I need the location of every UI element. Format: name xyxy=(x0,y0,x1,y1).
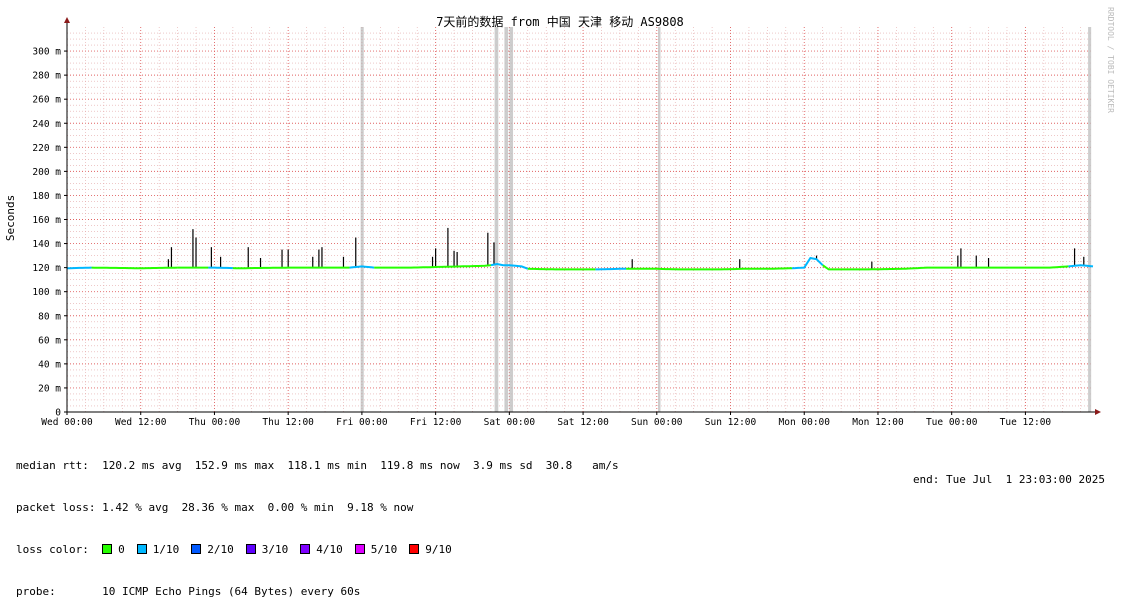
x-tick-label: Sun 12:00 xyxy=(705,417,757,428)
loss-color-item: 4/10 xyxy=(300,543,343,556)
y-tick-label: 20 m xyxy=(38,383,61,394)
loss-color-swatch xyxy=(191,544,202,554)
y-tick-label: 100 m xyxy=(32,287,61,298)
loss-bar xyxy=(1088,27,1092,412)
median-rtt-segment xyxy=(91,266,178,270)
median-rtt-segment xyxy=(791,256,824,270)
probe-label: probe: xyxy=(16,585,56,598)
grid xyxy=(67,27,1093,412)
median-rtt-segment xyxy=(687,267,793,271)
loss-color-swatch xyxy=(136,544,147,554)
loss-color-swatch xyxy=(102,544,113,554)
median-rtt-segment xyxy=(1068,264,1094,268)
y-tick-label: 180 m xyxy=(32,191,61,202)
y-axis-label: Seconds xyxy=(4,195,17,241)
axes xyxy=(64,17,1101,415)
y-tick-labels: 020 m40 m60 m80 m100 m120 m140 m160 m180… xyxy=(32,47,61,419)
rrdtool-credit: RRDTOOL / TOBI OETIKER xyxy=(1106,7,1115,113)
loss-color-item: 9/10 xyxy=(409,543,452,556)
y-tick-label: 60 m xyxy=(38,335,61,346)
loss-color-item: 0 xyxy=(102,543,125,556)
x-axis-arrow xyxy=(1095,409,1101,415)
median-rtt-segment xyxy=(232,266,350,270)
x-tick-label: Mon 00:00 xyxy=(779,417,831,428)
x-tick-labels: Wed 00:00 Wed 12:00 Thu 00:00 Thu 12:00 Fri … xyxy=(41,417,1051,428)
probe-value: 10 ICMP Echo Pings (64 Bytes) every 60s xyxy=(102,585,361,598)
loss-color-row: loss color: 0 1/10 2/10 3/10 4/10 5/10 9/10 xyxy=(16,543,619,557)
loss-color-item: 3/10 xyxy=(245,543,289,556)
loss-color-text: 4/10 xyxy=(316,543,343,556)
x-tick-label: Tue 00:00 xyxy=(926,417,978,428)
loss-bar xyxy=(658,27,661,412)
y-tick-label: 40 m xyxy=(38,359,61,370)
median-rtt-segment xyxy=(208,266,233,270)
x-tick-label: Fri 00:00 xyxy=(336,417,388,428)
rtt-spikes xyxy=(167,227,1085,270)
y-tick-label: 240 m xyxy=(32,119,61,130)
loss-color-text: 9/10 xyxy=(425,543,452,556)
y-axis-arrow xyxy=(64,17,70,23)
y-tick-label: 260 m xyxy=(32,95,61,106)
y-tick-label: 200 m xyxy=(32,167,61,178)
x-tick-label: Sat 12:00 xyxy=(557,417,609,428)
median-rtt-segment xyxy=(626,267,688,271)
x-tick-label: Tue 12:00 xyxy=(1000,417,1052,428)
x-tick-label: Fri 12:00 xyxy=(410,417,462,428)
loss-color-item: 5/10 xyxy=(354,543,398,556)
loss-bar xyxy=(504,27,509,412)
median-rtt-segment xyxy=(527,267,596,271)
x-tick-label: Sun 00:00 xyxy=(631,417,683,428)
loss-color-text: 2/10 xyxy=(207,543,234,556)
smokeping-chart: 7天前的数据 from 中国 天津 移动 AS9808 Seconds RRDT… xyxy=(4,7,1115,428)
loss-color-text: 5/10 xyxy=(370,543,398,556)
y-tick-label: 160 m xyxy=(32,215,61,226)
end-timestamp: end: Tue Jul 1 23:03:00 2025 xyxy=(912,473,1105,486)
loss-color-swatch xyxy=(245,544,256,554)
loss-color-swatch xyxy=(409,544,420,554)
y-tick-label: 80 m xyxy=(38,311,61,322)
x-tick-label: Wed 12:00 xyxy=(115,417,167,428)
loss-color-text: 3/10 xyxy=(261,543,289,556)
probe-row: probe: 10 ICMP Echo Pings (64 Bytes) eve… xyxy=(16,585,619,599)
x-tick-label: Mon 12:00 xyxy=(852,417,904,428)
median-rtt-segment xyxy=(595,267,627,271)
loss-bar xyxy=(509,27,514,412)
chart-title: 7天前的数据 from 中国 天津 移动 AS9808 xyxy=(436,14,684,29)
loss-color-item: 1/10 xyxy=(136,543,180,556)
loss-bars xyxy=(360,27,1092,412)
loss-color-items: 0 1/10 2/10 3/10 4/10 5/10 9/10 xyxy=(102,543,464,556)
x-tick-label: Thu 12:00 xyxy=(262,417,314,428)
x-tick-label: Wed 00:00 xyxy=(41,417,93,428)
packet-loss-row: packet loss: 1.42 % avg 28.36 % max 0.00… xyxy=(16,501,414,514)
y-tick-label: 300 m xyxy=(32,47,61,58)
x-tick-label: Sat 00:00 xyxy=(484,417,536,428)
y-tick-label: 280 m xyxy=(32,71,61,82)
y-tick-label: 120 m xyxy=(32,263,61,274)
loss-color-swatch xyxy=(354,544,365,554)
loss-color-label: loss color: xyxy=(16,543,89,556)
median-rtt-row: median rtt: 120.2 ms avg 152.9 ms max 11… xyxy=(16,459,619,472)
loss-color-text: 1/10 xyxy=(152,543,180,556)
loss-color-swatch xyxy=(300,544,311,554)
loss-bar xyxy=(360,27,364,412)
loss-color-item: 2/10 xyxy=(191,543,234,556)
median-rtt-segment xyxy=(67,266,92,270)
x-tick-label: Thu 00:00 xyxy=(189,417,241,428)
y-tick-label: 220 m xyxy=(32,143,61,154)
loss-bar xyxy=(494,27,499,412)
y-tick-label: 140 m xyxy=(32,239,61,250)
loss-color-text: 0 xyxy=(118,543,125,556)
legend: median rtt: 120.2 ms avg 152.9 ms max 11… xyxy=(16,431,619,613)
